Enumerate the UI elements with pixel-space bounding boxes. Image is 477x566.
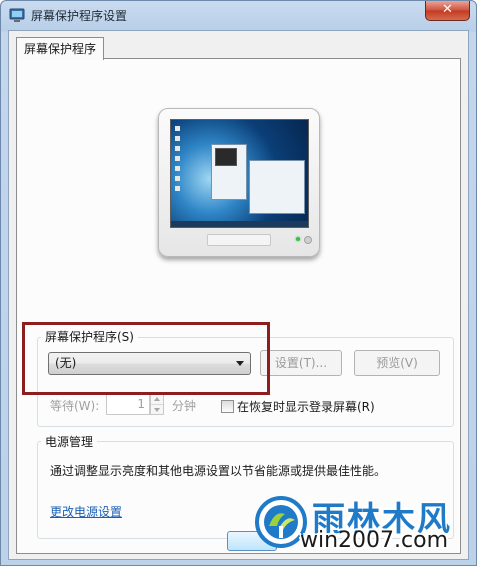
monitor-slot — [207, 234, 271, 246]
preview-window — [215, 148, 237, 166]
desktop-icon — [175, 186, 180, 191]
resume-checkbox-label[interactable]: 在恢复时显示登录屏幕(R) — [237, 398, 375, 415]
close-button[interactable]: ✕ — [425, 1, 470, 21]
preview-window — [249, 160, 305, 214]
arrow-up-icon — [154, 397, 160, 401]
wait-label: 等待(W): — [50, 399, 100, 413]
highlight-annotation — [22, 322, 270, 395]
arrow-down-icon — [154, 408, 160, 412]
power-description: 通过调整显示亮度和其他电源设置以节省能源或提供最佳性能。 — [50, 464, 387, 478]
desktop-icon — [175, 136, 180, 141]
title-bar[interactable]: 屏幕保护程序设置 ✕ — [1, 1, 476, 29]
watermark-url: win2007.com — [300, 528, 449, 553]
monitor-preview — [158, 108, 320, 257]
change-power-settings-link[interactable]: 更改电源设置 — [50, 503, 122, 520]
preview-button[interactable]: 预览(V) — [354, 350, 440, 376]
resume-checkbox[interactable] — [221, 400, 234, 413]
wait-input[interactable]: 1 — [106, 393, 150, 415]
preview-taskbar — [171, 221, 308, 227]
power-group-label: 电源管理 — [41, 433, 98, 450]
power-led-icon — [296, 237, 300, 241]
wait-unit: 分钟 — [172, 399, 197, 413]
desktop-icon — [175, 146, 180, 151]
desktop-icon — [175, 176, 180, 181]
desktop-icon — [175, 166, 180, 171]
window-title: 屏幕保护程序设置 — [31, 9, 128, 23]
desktop-icon — [175, 126, 180, 131]
stepper-down[interactable] — [151, 405, 163, 415]
dialog-client-area: 屏幕保护程序 屏幕保护程序(S) (无) 设置(T)... 预览(V) 等待(W… — [8, 30, 469, 560]
settings-button[interactable]: 设置(T)... — [260, 350, 342, 376]
tab-panel: 屏幕保护程序(S) (无) 设置(T)... 预览(V) 等待(W): 1 分钟… — [16, 58, 461, 554]
close-icon: ✕ — [442, 2, 453, 17]
screensaver-app-icon — [9, 8, 25, 22]
wait-stepper[interactable] — [150, 393, 164, 415]
desktop-icon — [175, 156, 180, 161]
preview-screen — [170, 119, 309, 228]
monitor-button-icon — [304, 236, 312, 244]
dialog-window: 屏幕保护程序设置 ✕ 屏幕保护程序 屏幕保护程序(S) (无) 设置(T)...… — [0, 0, 477, 566]
stepper-up[interactable] — [151, 394, 163, 405]
tab-screensaver[interactable]: 屏幕保护程序 — [16, 37, 105, 60]
